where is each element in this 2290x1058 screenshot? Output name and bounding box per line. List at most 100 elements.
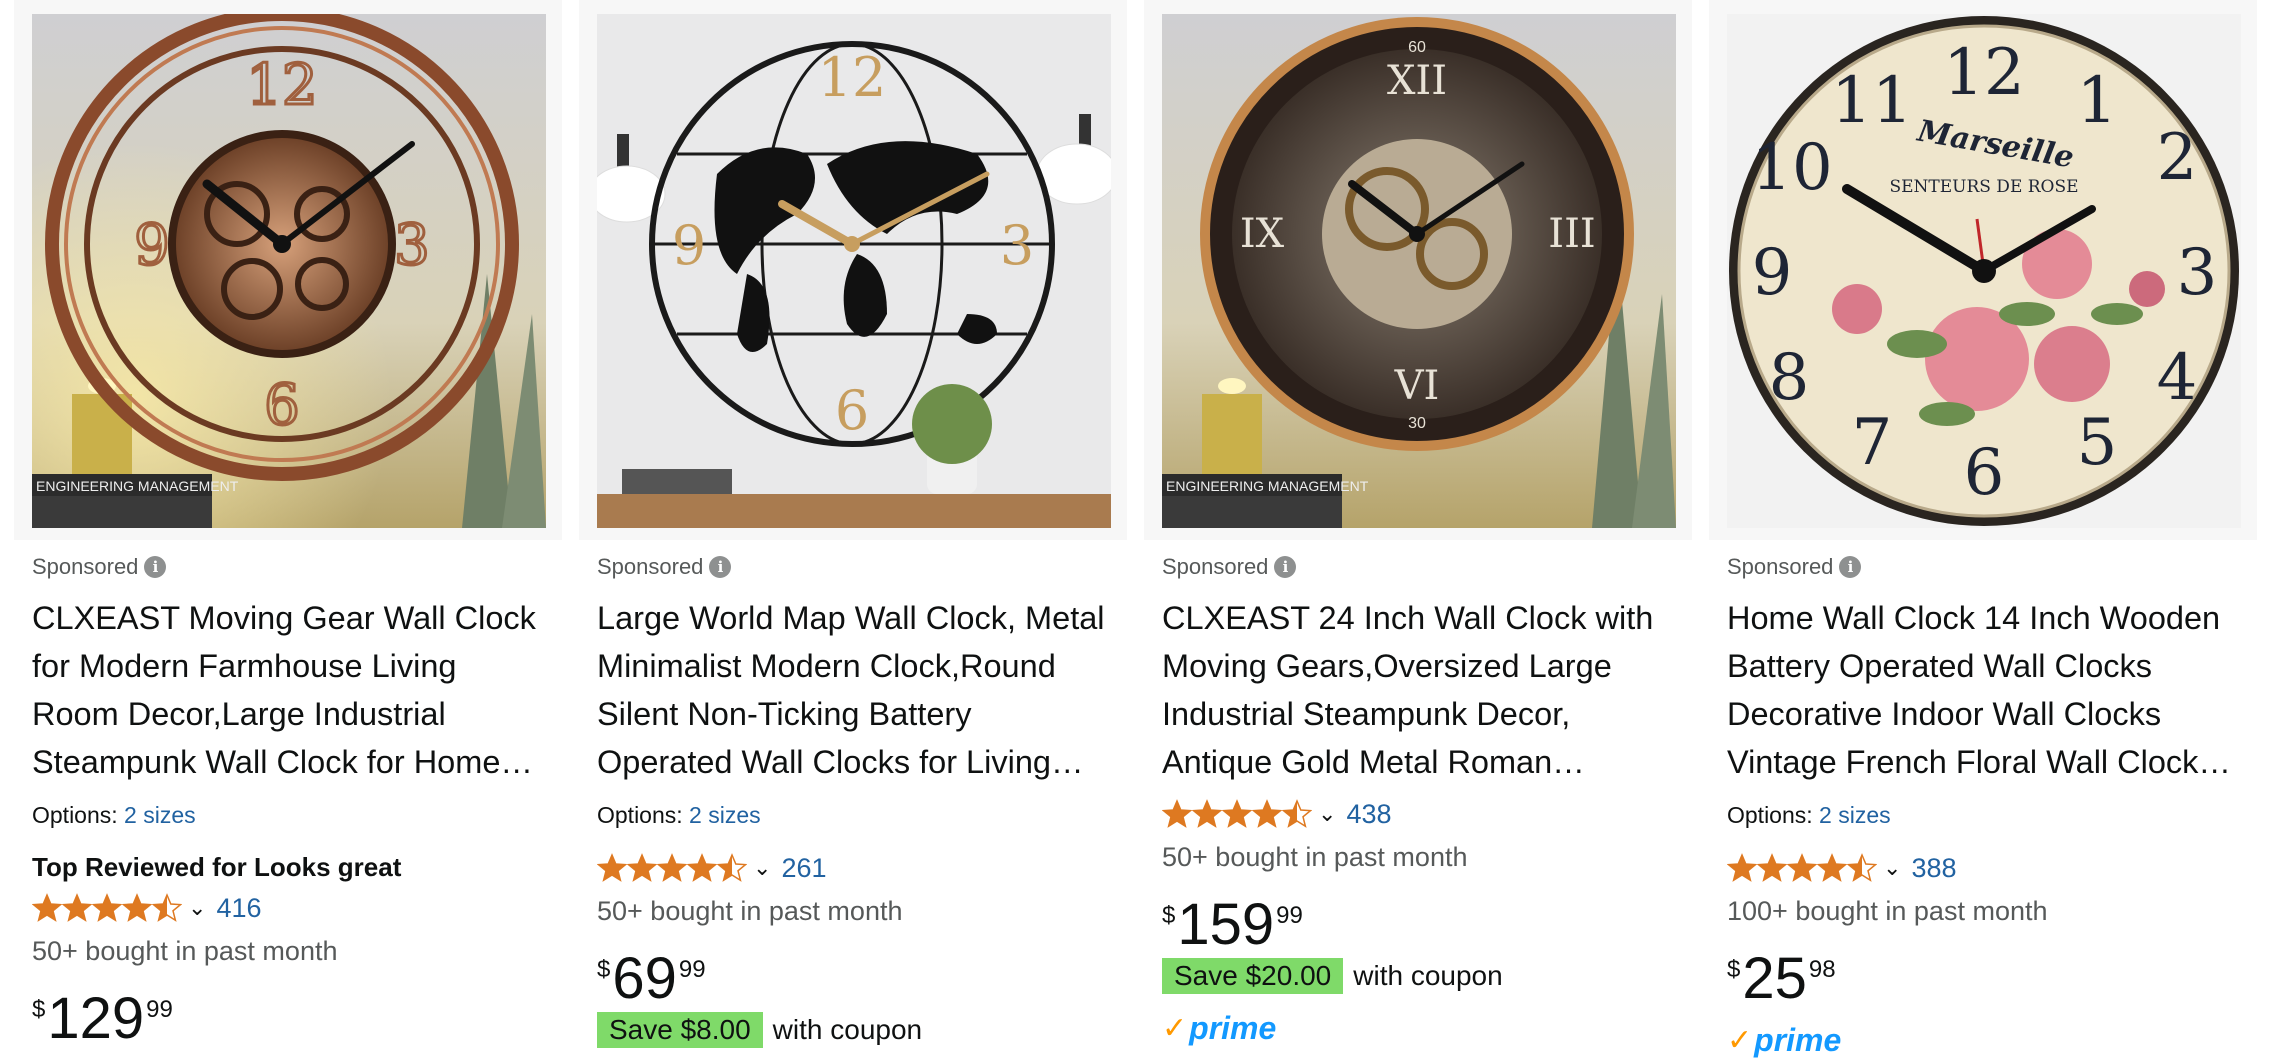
rating-row[interactable]: ⌄ 261 [597,850,827,886]
clock-numeral: 9 [672,214,706,277]
info-icon[interactable]: i [1274,556,1297,578]
clock-numeral: 6 [264,373,300,438]
star-full-icon [1192,799,1222,828]
clock-numeral: 4 [2157,341,2198,415]
price-symbol: $ [1162,902,1176,929]
star-rating[interactable] [32,893,182,923]
clock-numeral: 3 [1000,214,1034,277]
coupon-save-badge[interactable]: Save $8.00 [597,1012,763,1048]
info-icon[interactable]: i [1839,556,1862,578]
clock-numeral: 5 [2077,406,2118,480]
review-count-link[interactable]: 388 [1911,853,1956,884]
product-image[interactable]: 12 3 6 9 [597,14,1111,528]
minute-ring-label: 60 [1408,39,1426,56]
star-full-icon [627,853,657,882]
star-full-icon [1787,853,1817,882]
price-whole: 129 [47,986,145,1051]
star-full-icon [1727,853,1757,882]
top-reviewed-badge: Top Reviewed for Looks great [32,852,402,882]
info-icon[interactable]: i [144,556,167,578]
options-link[interactable]: 2 sizes [124,802,196,828]
bought-past-month: 50+ bought in past month [32,936,338,966]
product-card[interactable]: ENGINEERING MANAGEMENT 12 3 6 9 Sponsore… [14,0,562,1058]
chevron-down-icon[interactable]: ⌄ [1318,801,1336,827]
clock-brand-sub: SENTEURS DE ROSE [1889,177,2078,197]
clock-numeral: III [1548,211,1595,257]
clock-numeral: 9 [1752,236,1793,310]
clock-numeral: 11 [1831,64,1912,138]
price[interactable]: $ 69 99 [597,950,706,1008]
star-rating[interactable] [1727,853,1877,883]
sponsored-label[interactable]: Sponsored i [1727,554,1862,580]
clock-numeral: 9 [134,213,170,278]
sponsored-label[interactable]: Sponsored i [597,554,732,580]
sponsored-text: Sponsored [32,554,139,579]
clock-numeral: 8 [1769,341,1810,415]
product-card[interactable]: ENGINEERING MANAGEMENT XII III VI IX 60 … [1144,0,1692,1058]
review-count-link[interactable]: 438 [1346,799,1391,830]
product-image[interactable]: ENGINEERING MANAGEMENT 12 3 6 9 [32,14,546,528]
review-count-link[interactable]: 416 [216,893,261,924]
prime-check-icon: ✓ [1727,1024,1753,1057]
rating-row[interactable]: ⌄ 416 [32,890,262,926]
price[interactable]: $ 129 99 [32,990,173,1048]
star-full-icon [92,893,122,922]
options-link[interactable]: 2 sizes [689,802,761,828]
info-icon[interactable]: i [709,556,732,578]
price[interactable]: $ 159 99 [1162,896,1303,954]
clock-image-roman-gear: ENGINEERING MANAGEMENT XII III VI IX 60 … [1162,14,1676,528]
sponsored-text: Sponsored [1162,554,1269,579]
product-card[interactable]: 12 1 2 3 4 5 6 7 8 9 10 11 Marseille SEN… [1709,0,2257,1058]
price-fraction: 98 [1808,956,1836,983]
rating-row[interactable]: ⌄ 388 [1727,850,1957,886]
prime-check-icon: ✓ [1162,1012,1188,1045]
options-label: Options: [32,802,118,828]
star-half-icon [152,893,182,922]
product-image[interactable]: 12 1 2 3 4 5 6 7 8 9 10 11 Marseille SEN… [1727,14,2241,528]
clock-numeral: 3 [2177,236,2218,310]
price-whole: 69 [612,946,677,1011]
chevron-down-icon[interactable]: ⌄ [1883,855,1901,881]
product-title[interactable]: CLXEAST Moving Gear Wall Clock for Moder… [32,594,547,786]
coupon[interactable]: Save $20.00 with coupon [1162,958,1503,994]
price-symbol: $ [32,996,46,1023]
rating-row[interactable]: ⌄ 438 [1162,796,1392,832]
sponsored-label[interactable]: Sponsored i [32,554,167,580]
price-symbol: $ [597,956,611,983]
clock-numeral: 3 [394,213,430,278]
product-card[interactable]: 12 3 6 9 Sponsored i Large World Map Wal… [579,0,1127,1058]
prime-text: prime [1754,1022,1842,1058]
bought-past-month: 50+ bought in past month [597,896,903,926]
chevron-down-icon[interactable]: ⌄ [188,895,206,921]
bought-past-month: 100+ bought in past month [1727,896,2048,926]
product-title[interactable]: Home Wall Clock 14 Inch Wooden Battery O… [1727,594,2242,786]
star-full-icon [122,893,152,922]
coupon-save-badge[interactable]: Save $20.00 [1162,958,1344,994]
options-link[interactable]: 2 sizes [1819,802,1891,828]
review-count-link[interactable]: 261 [781,853,826,884]
price[interactable]: $ 25 98 [1727,950,1836,1008]
star-half-icon [1282,799,1312,828]
price-fraction: 99 [1276,902,1303,929]
price-whole: 159 [1177,892,1275,957]
product-options: Options: 2 sizes [597,802,761,829]
star-rating[interactable] [1162,799,1312,829]
clock-numeral: 10 [1751,131,1832,205]
star-full-icon [1252,799,1282,828]
product-options: Options: 2 sizes [32,802,196,829]
star-rating[interactable] [597,853,747,883]
clock-numeral: 6 [1964,436,2005,510]
star-full-icon [32,893,62,922]
clock-numeral: 2 [2157,121,2198,195]
star-full-icon [1222,799,1252,828]
product-title[interactable]: CLXEAST 24 Inch Wall Clock with Moving G… [1162,594,1677,786]
product-title[interactable]: Large World Map Wall Clock, Metal Minima… [597,594,1112,786]
sponsored-label[interactable]: Sponsored i [1162,554,1297,580]
product-image[interactable]: ENGINEERING MANAGEMENT XII III VI IX 60 … [1162,14,1676,528]
star-half-icon [717,853,747,882]
product-options: Options: 2 sizes [1727,802,1891,829]
chevron-down-icon[interactable]: ⌄ [753,855,771,881]
price-symbol: $ [1727,956,1741,983]
coupon[interactable]: Save $8.00 with coupon [597,1012,922,1048]
star-full-icon [1817,853,1847,882]
